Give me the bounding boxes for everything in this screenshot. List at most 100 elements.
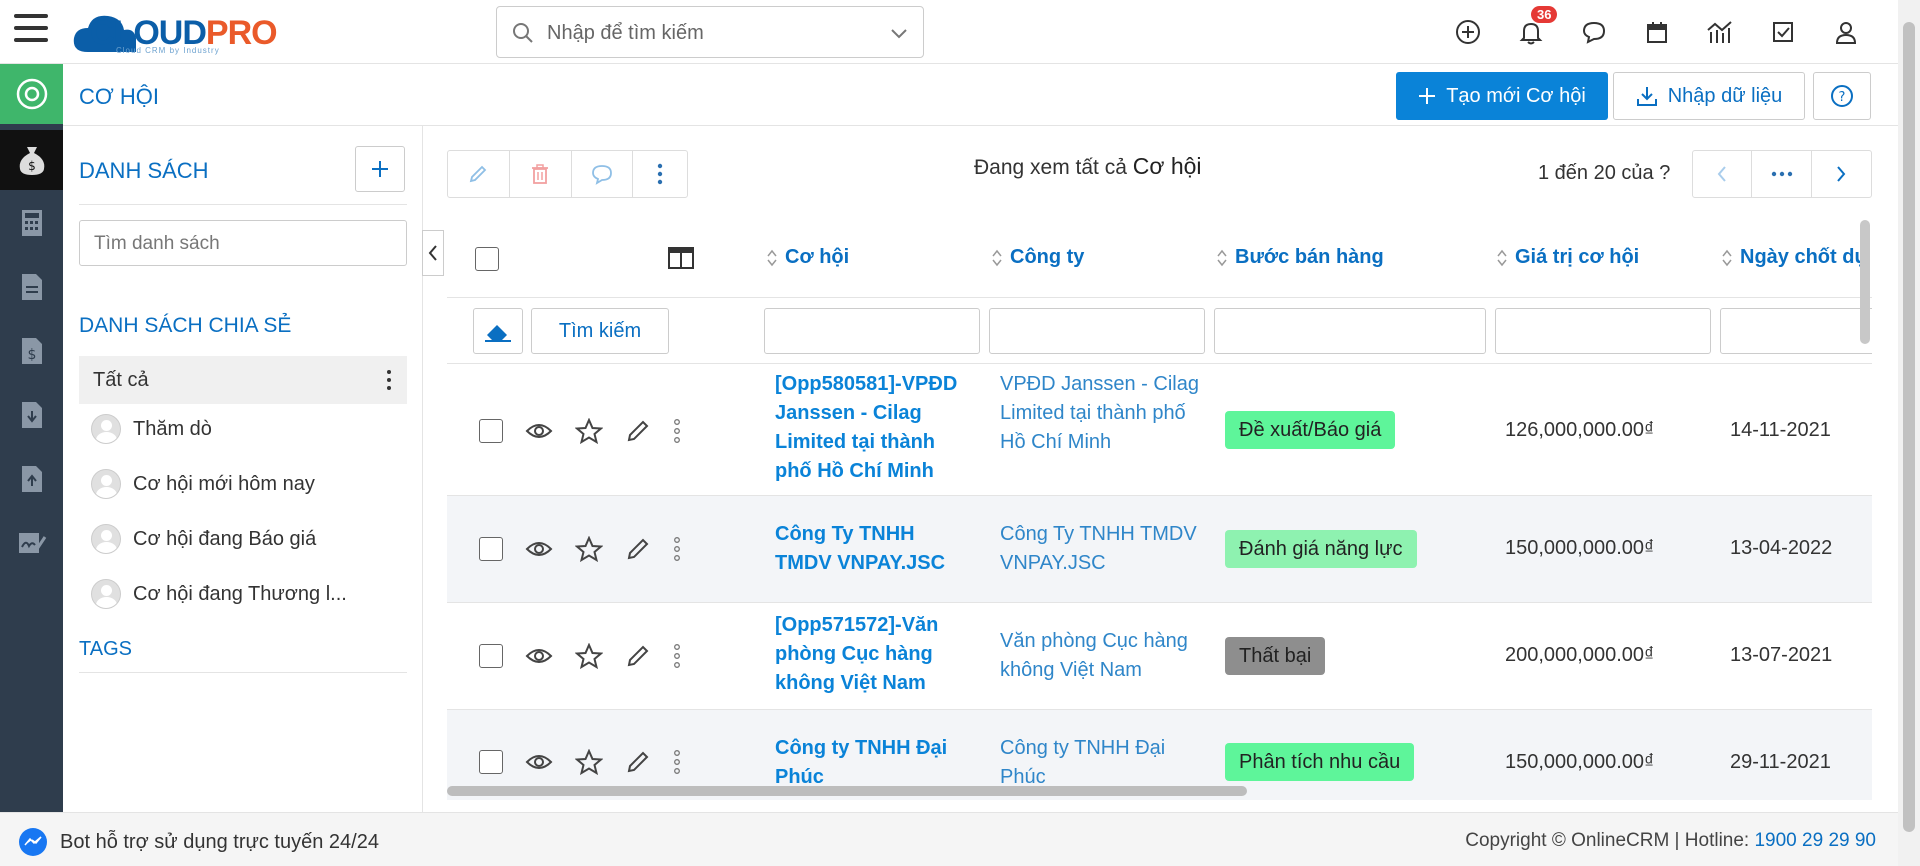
filter-value-input[interactable] <box>1495 308 1711 354</box>
sidebar-item-opportunities[interactable]: $ <box>0 130 63 190</box>
support-bot-link[interactable]: Bot hỗ trợ sử dụng trực tuyến 24/24 <box>18 827 379 857</box>
eye-icon[interactable] <box>525 752 553 772</box>
sidebar-item-dashboard[interactable] <box>0 64 63 124</box>
delete-button[interactable] <box>510 151 572 197</box>
kebab-menu-icon[interactable] <box>673 749 681 775</box>
select-all-checkbox[interactable] <box>475 247 499 271</box>
help-button[interactable]: ? <box>1813 72 1871 120</box>
add-circle-icon[interactable] <box>1450 14 1486 50</box>
pager-total[interactable]: ? <box>1659 162 1670 184</box>
more-actions-button[interactable] <box>633 151 687 197</box>
row-checkbox[interactable] <box>479 644 503 668</box>
column-header-sales-stage[interactable]: Bước bán hàng <box>1217 246 1384 269</box>
import-data-button[interactable]: Nhập dữ liệu <box>1613 72 1805 120</box>
sidebar-item-calculator[interactable] <box>0 198 63 248</box>
filter-row: Tìm kiếm <box>447 298 1872 364</box>
sidebar-item-receipts[interactable] <box>0 390 63 440</box>
pencil-icon[interactable] <box>625 418 651 444</box>
horizontal-scrollbar[interactable] <box>447 786 1247 796</box>
sidebar-item-payments[interactable]: $ <box>0 326 63 376</box>
list-search-input[interactable]: Tìm danh sách <box>79 220 407 266</box>
list-item[interactable]: Cơ hội đang Báo giá <box>91 519 316 559</box>
star-icon[interactable] <box>575 418 603 444</box>
column-label: Công ty <box>1010 246 1085 268</box>
kebab-menu-icon[interactable] <box>673 536 681 562</box>
add-list-button[interactable] <box>355 146 405 192</box>
pencil-icon[interactable] <box>625 536 651 562</box>
star-icon[interactable] <box>575 536 603 562</box>
company-link[interactable]: Văn phòng Cục hàng không Việt Nam <box>1000 627 1200 685</box>
column-header-company[interactable]: Công ty <box>992 246 1084 269</box>
comment-button[interactable] <box>572 151 634 197</box>
page-scrollbar[interactable] <box>1898 0 1920 866</box>
opportunity-link[interactable]: Công ty TNHH Đại Phúc <box>775 734 975 792</box>
column-header-close-date[interactable]: Ngày chốt dự <box>1722 246 1869 269</box>
chat-icon[interactable] <box>1576 14 1612 50</box>
filter-stage-input[interactable] <box>1214 308 1486 354</box>
search-input[interactable]: Nhập để tìm kiếm <box>547 22 704 45</box>
eye-icon[interactable] <box>525 646 553 666</box>
column-header-opportunity[interactable]: Cơ hội <box>767 246 849 269</box>
hotline-link[interactable]: 1900 29 29 90 <box>1754 830 1876 851</box>
module-sidebar: $ $ <box>0 64 63 812</box>
column-toggle-icon[interactable] <box>667 246 695 270</box>
table-search-button[interactable]: Tìm kiếm <box>531 308 669 354</box>
filter-close-date-input[interactable] <box>1720 308 1872 354</box>
star-icon[interactable] <box>575 749 603 775</box>
company-link[interactable]: Công ty TNHH Đại Phúc <box>1000 734 1200 792</box>
chart-icon[interactable] <box>1702 14 1738 50</box>
import-data-label: Nhập dữ liệu <box>1667 84 1783 107</box>
page-more-button[interactable] <box>1752 151 1812 197</box>
pencil-icon[interactable] <box>625 749 651 775</box>
table-vertical-scrollbar[interactable] <box>1860 220 1870 344</box>
eye-icon[interactable] <box>525 539 553 559</box>
row-checkbox[interactable] <box>479 419 503 443</box>
opportunity-link[interactable]: [Opp580581]-VPĐD Janssen - Cilag Limited… <box>775 370 975 486</box>
logo[interactable]: CLOUDPRO Cloud CRM by Industry <box>70 4 300 60</box>
filter-company-input[interactable] <box>989 308 1205 354</box>
calendar-icon[interactable] <box>1639 14 1675 50</box>
next-page-button[interactable] <box>1812 151 1871 197</box>
top-bar: CLOUDPRO Cloud CRM by Industry Nhập để t… <box>0 0 1898 64</box>
company-link[interactable]: Công Ty TNHH TMDV VNPAY.JSC <box>1000 520 1200 578</box>
collapse-panel-button[interactable] <box>422 230 444 276</box>
global-search[interactable]: Nhập để tìm kiếm <box>496 6 924 58</box>
sidebar-item-invoices[interactable] <box>0 262 63 312</box>
eye-icon[interactable] <box>525 421 553 441</box>
chevron-down-icon[interactable] <box>889 23 909 43</box>
sidebar-item-contracts[interactable] <box>0 518 63 568</box>
row-checkbox[interactable] <box>479 537 503 561</box>
prev-page-button[interactable] <box>1693 151 1753 197</box>
column-header-value[interactable]: Giá trị cơ hội <box>1497 246 1639 269</box>
row-checkbox[interactable] <box>479 750 503 774</box>
opportunity-link[interactable]: Công Ty TNHH TMDV VNPAY.JSC <box>775 520 975 578</box>
opportunity-link[interactable]: [Opp571572]-Văn phòng Cục hàng không Việ… <box>775 611 975 698</box>
page-scrollbar-thumb[interactable] <box>1903 22 1915 832</box>
edit-button[interactable] <box>448 151 510 197</box>
list-item[interactable]: Cơ hội đang Thương l... <box>91 574 347 614</box>
stage-badge: Đánh giá năng lực <box>1225 530 1417 568</box>
list-item[interactable]: Thăm dò <box>91 409 212 449</box>
pencil-icon[interactable] <box>625 643 651 669</box>
user-icon[interactable] <box>1828 14 1864 50</box>
company-link[interactable]: VPĐD Janssen - Cilag Limited tại thành p… <box>1000 370 1200 457</box>
list-panel-title: DANH SÁCH <box>79 158 209 183</box>
viewing-label: Đang xem tất cả Cơ hội <box>974 153 1202 180</box>
sidebar-item-payouts[interactable] <box>0 454 63 504</box>
kebab-menu-icon[interactable] <box>673 643 681 669</box>
clear-filter-button[interactable] <box>473 308 523 354</box>
list-item[interactable]: Cơ hội mới hôm nay <box>91 464 315 504</box>
kebab-menu-icon[interactable] <box>673 418 681 444</box>
hamburger-menu-icon[interactable] <box>14 14 50 50</box>
task-check-icon[interactable] <box>1765 14 1801 50</box>
filter-opportunity-input[interactable] <box>764 308 980 354</box>
bell-icon[interactable]: 36 <box>1513 6 1558 50</box>
list-item-all[interactable]: Tất cả <box>79 356 407 404</box>
star-icon[interactable] <box>575 643 603 669</box>
upload-document-icon <box>21 466 42 492</box>
opportunity-value: 150,000,000.00₫ <box>1505 751 1655 773</box>
kebab-menu-icon[interactable] <box>385 368 393 392</box>
create-opportunity-button[interactable]: Tạo mới Cơ hội <box>1396 72 1608 120</box>
svg-text:?: ? <box>1839 90 1846 105</box>
eraser-icon <box>485 325 511 342</box>
